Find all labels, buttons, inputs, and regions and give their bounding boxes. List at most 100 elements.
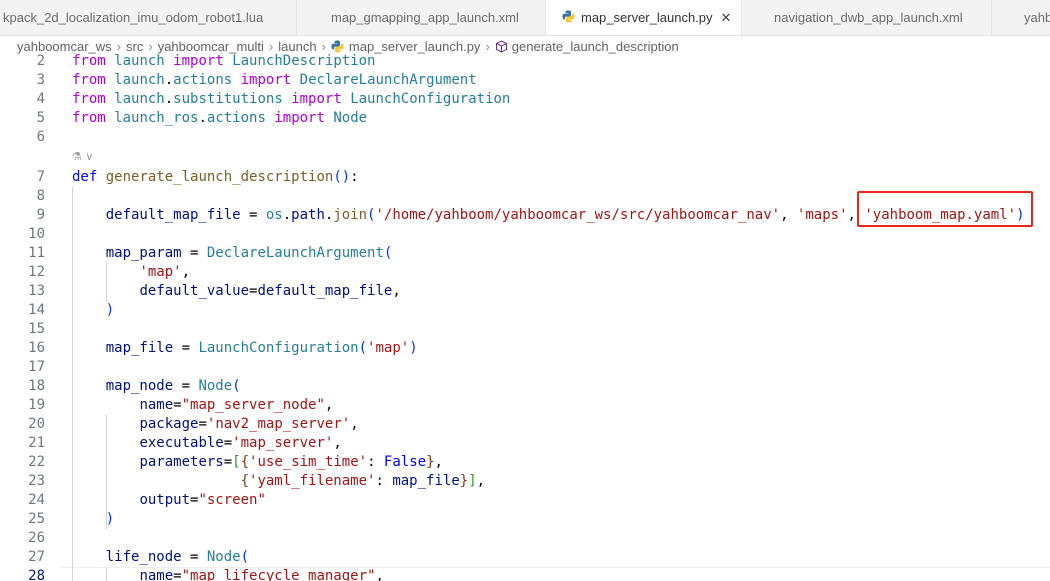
code-line[interactable]: 10 — [0, 225, 1050, 244]
code-token: , — [848, 207, 865, 223]
code-line[interactable]: 21 executable='map_server', — [0, 434, 1050, 453]
code-line[interactable]: 23 {'yaml_filename': map_file}], — [0, 472, 1050, 491]
tab-map-gmapping-launch[interactable]: ⹬ map_gmapping_app_launch.xml — [297, 0, 546, 35]
line-number: 16 — [0, 339, 45, 358]
code-token: = — [173, 397, 181, 413]
code-line[interactable]: 22 parameters=[{'use_sim_time': False}, — [0, 453, 1050, 472]
code-token: , — [350, 416, 358, 432]
code-line[interactable]: 14 ) — [0, 301, 1050, 320]
code-text: map_param = DeclareLaunchArgument( — [72, 244, 392, 263]
tab-navigation-dwb-launch[interactable]: ⹬ navigation_dwb_app_launch.xml — [742, 0, 992, 35]
code-token: default_value — [139, 283, 249, 299]
code-token: launch — [114, 72, 165, 88]
code-line[interactable]: 2 from launch import LaunchDescription — [0, 52, 1050, 71]
code-token: name — [139, 568, 173, 581]
code-text: {'yaml_filename': map_file}], — [72, 472, 485, 491]
code-line[interactable]: 13 default_value=default_map_file, — [0, 282, 1050, 301]
code-line[interactable]: 8 — [0, 187, 1050, 206]
code-line[interactable]: 17 — [0, 358, 1050, 377]
code-token — [72, 302, 106, 318]
line-number: 22 — [0, 453, 45, 472]
line-number: 5 — [0, 109, 45, 128]
code-token: : — [375, 473, 392, 489]
code-token: = — [241, 207, 266, 223]
code-token: import — [291, 91, 342, 107]
code-token: LaunchConfiguration — [198, 340, 358, 356]
code-line[interactable]: 27 life_node = Node( — [0, 548, 1050, 567]
code-token: } — [426, 454, 434, 470]
code-token: name — [139, 397, 173, 413]
code-line[interactable]: 9 default_map_file = os.path.join('/home… — [0, 206, 1050, 225]
code-line[interactable]: 25 ) — [0, 510, 1050, 529]
indent-guide — [72, 187, 73, 581]
line-number: 21 — [0, 434, 45, 453]
code-token — [72, 473, 241, 489]
code-line[interactable]: 28 name="map_lifecycle_manager", — [0, 567, 1050, 581]
code-line[interactable]: 19 name="map_server_node", — [0, 396, 1050, 415]
codelens-actions[interactable]: ⚗ ∨ — [72, 149, 93, 165]
code-token: , — [182, 264, 190, 280]
code-line[interactable]: 11 map_param = DeclareLaunchArgument( — [0, 244, 1050, 263]
code-text: from launch.actions import DeclareLaunch… — [72, 71, 477, 90]
code-line[interactable]: 4 from launch.substitutions import Launch… — [0, 90, 1050, 109]
code-text: output="screen" — [72, 491, 266, 510]
code-token: default_map_file — [257, 283, 392, 299]
code-token: import — [241, 72, 292, 88]
code-token: map_file — [106, 340, 173, 356]
tab-label: kpack_2d_localization_imu_odom_robot1.lu… — [3, 10, 263, 25]
code-token: 'nav2_map_server' — [207, 416, 350, 432]
code-text: default_value=default_map_file, — [72, 282, 401, 301]
code-token: "map_lifecycle_manager" — [182, 568, 376, 581]
indent-guide — [106, 263, 107, 301]
code-line[interactable]: 7 def generate_launch_description(): — [0, 168, 1050, 187]
code-token: ) — [106, 302, 114, 318]
code-token: ] — [468, 473, 476, 489]
python-icon — [561, 10, 575, 26]
close-icon[interactable]: ✕ — [721, 10, 732, 26]
code-token: , — [392, 283, 400, 299]
line-number: 19 — [0, 396, 45, 415]
line-number: 20 — [0, 415, 45, 434]
code-text: package='nav2_map_server', — [72, 415, 359, 434]
tab-yahb[interactable]: ⹬ yahb — [992, 0, 1050, 35]
code-token: () — [333, 169, 350, 185]
code-token — [72, 245, 106, 261]
code-token: DeclareLaunchArgument — [300, 72, 477, 88]
code-token: '/home/yahboom/yahboomcar_ws/src/yahboom… — [375, 207, 780, 223]
line-number: 27 — [0, 548, 45, 567]
code-line[interactable]: 24 output="screen" — [0, 491, 1050, 510]
tab-cartographer-lua[interactable]: kpack_2d_localization_imu_odom_robot1.lu… — [0, 0, 297, 35]
code-text: executable='map_server', — [72, 434, 342, 453]
code-token: , — [435, 454, 443, 470]
code-token: = — [182, 549, 207, 565]
code-line[interactable]: 18 map_node = Node( — [0, 377, 1050, 396]
code-text: from launch_ros.actions import Node — [72, 109, 367, 128]
code-token: 'maps' — [797, 207, 848, 223]
code-text: from launch.substitutions import LaunchC… — [72, 90, 510, 109]
tab-map-server-launch[interactable]: map_server_launch.py ✕ — [546, 0, 742, 36]
code-token: LaunchDescription — [232, 53, 375, 69]
code-token — [97, 169, 105, 185]
code-text: map_file = LaunchConfiguration('map') — [72, 339, 418, 358]
code-token — [283, 91, 291, 107]
code-line[interactable]: 20 package='nav2_map_server', — [0, 415, 1050, 434]
code-token: ) — [1016, 207, 1024, 223]
code-line[interactable]: 15 — [0, 320, 1050, 339]
code-line[interactable]: 16 map_file = LaunchConfiguration('map') — [0, 339, 1050, 358]
code-token: from — [72, 53, 106, 69]
code-line[interactable]: 3 from launch.actions import DeclareLaunc… — [0, 71, 1050, 90]
line-number: 23 — [0, 472, 45, 491]
code-line[interactable]: 6 — [0, 128, 1050, 147]
code-token: executable — [139, 435, 223, 451]
code-token: . — [198, 110, 206, 126]
line-number: 6 — [0, 128, 45, 147]
code-editor[interactable]: ⚗ ∨ 2 from launch import LaunchDescriptio… — [0, 52, 1050, 581]
code-line[interactable]: 26 — [0, 529, 1050, 548]
code-token: Node — [198, 378, 232, 394]
line-number: 15 — [0, 320, 45, 339]
code-token — [72, 511, 106, 527]
code-token: = — [173, 340, 198, 356]
code-token: : — [350, 169, 358, 185]
code-line[interactable]: 12 'map', — [0, 263, 1050, 282]
code-line[interactable]: 5 from launch_ros.actions import Node — [0, 109, 1050, 128]
